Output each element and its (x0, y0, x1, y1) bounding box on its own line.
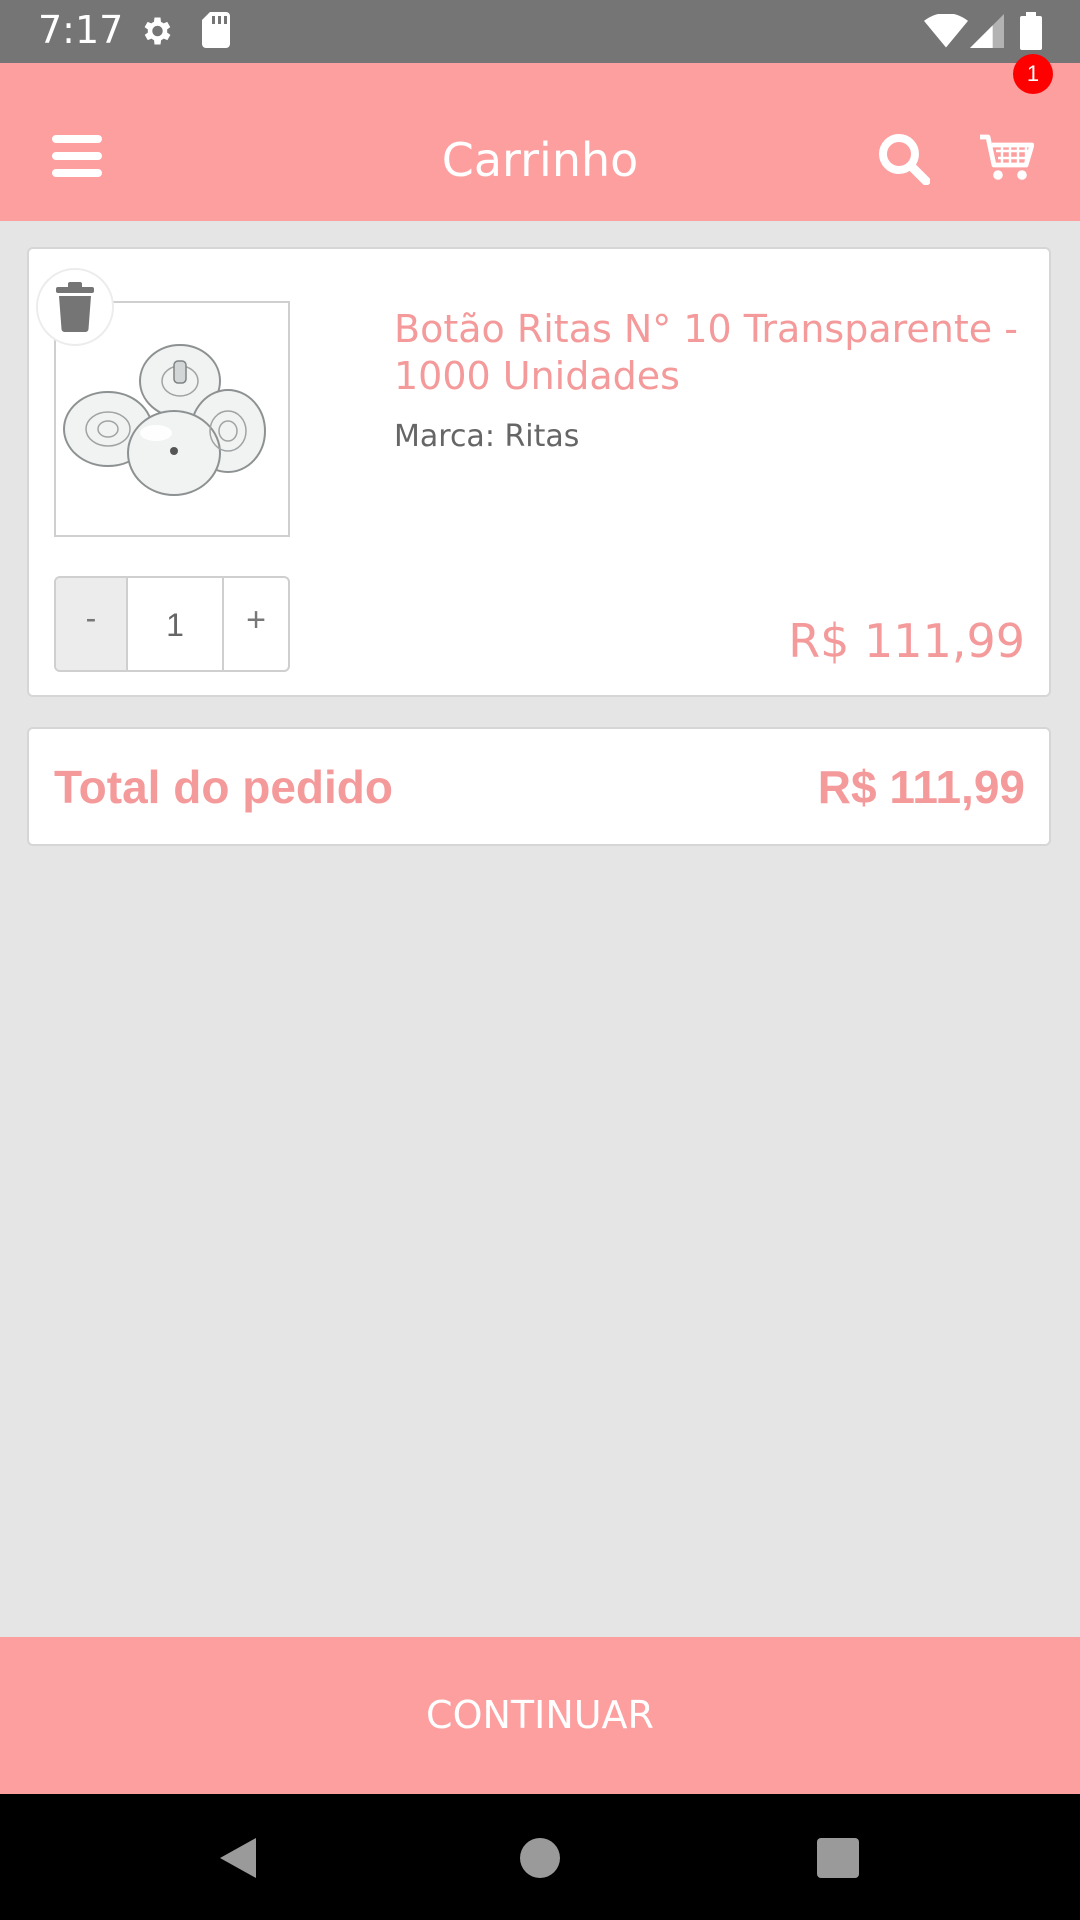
cell-signal-icon (970, 14, 1004, 48)
continue-button[interactable]: CONTINUAR (0, 1637, 1080, 1794)
quantity-stepper: - 1 + (54, 576, 290, 672)
trash-icon (56, 282, 94, 332)
remove-item-button[interactable] (36, 268, 114, 346)
status-bar: 7:17 (0, 0, 1080, 63)
increase-quantity-button[interactable]: + (224, 578, 288, 670)
battery-icon (1020, 12, 1042, 50)
quantity-value[interactable]: 1 (128, 578, 224, 670)
cart-icon[interactable] (978, 133, 1034, 183)
wifi-icon (924, 14, 968, 48)
app-bar: Carrinho (0, 63, 1080, 221)
sd-card-icon (202, 12, 230, 48)
status-time: 7:17 (38, 8, 124, 52)
recent-apps-icon[interactable] (817, 1838, 859, 1878)
home-icon[interactable] (520, 1838, 560, 1878)
item-price: R$ 111,99 (788, 614, 1025, 668)
order-total-label: Total do pedido (54, 761, 393, 813)
decrease-quantity-button[interactable]: - (56, 578, 128, 670)
order-total-value: R$ 111,99 (817, 761, 1025, 813)
search-icon[interactable] (878, 133, 930, 185)
cart-count-badge: 1 (1013, 54, 1053, 94)
back-icon[interactable] (218, 1836, 258, 1880)
product-name[interactable]: Botão Ritas N° 10 Transparente - 1000 Un… (394, 306, 1034, 400)
settings-gear-icon (144, 17, 171, 45)
product-brand: Marca: Ritas (394, 419, 580, 454)
